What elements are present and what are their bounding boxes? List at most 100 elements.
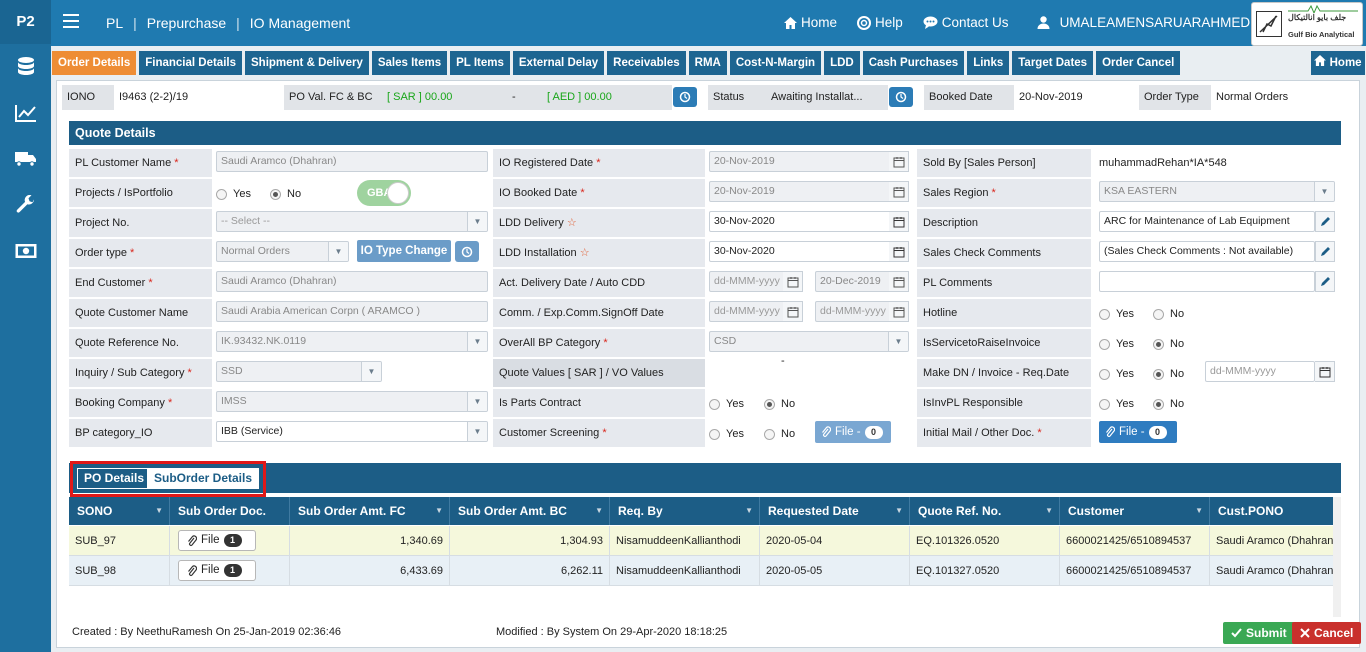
isinvpl-no-radio[interactable]: No [1153, 397, 1184, 411]
grid-scrollbar[interactable] [1333, 497, 1341, 617]
col-cust-pono[interactable]: Cust.PONO [1210, 497, 1333, 525]
screening-no-radio[interactable]: No [764, 427, 795, 441]
breadcrumb-item[interactable]: PL [106, 15, 123, 31]
pencil-icon[interactable] [1315, 241, 1335, 262]
col-amt-bc[interactable]: Sub Order Amt. BC ▼ [450, 497, 610, 525]
tab-cash-purchases[interactable]: Cash Purchases [862, 51, 965, 75]
auto-cdd-input[interactable]: 20-Dec-2019 [815, 271, 891, 292]
pencil-icon[interactable] [1315, 211, 1335, 232]
hotline-no-radio[interactable]: No [1153, 307, 1184, 321]
status-history-button[interactable] [889, 87, 913, 107]
initial-mail-file-button[interactable]: File -0 [1099, 421, 1177, 443]
nav-home[interactable]: Home [784, 15, 837, 30]
table-row[interactable]: SUB_98 File 1 6,433.69 6,262.11 Nisamudde… [69, 556, 1333, 586]
col-suborder-doc[interactable]: Sub Order Doc. [170, 497, 290, 525]
pencil-icon[interactable] [1315, 271, 1335, 292]
col-customer[interactable]: Customer ▼ [1060, 497, 1210, 525]
breadcrumb-item[interactable]: Prepurchase [147, 15, 226, 31]
act-delivery-input[interactable]: dd-MMM-yyyy [709, 271, 785, 292]
quote-ref-select[interactable]: IK.93432.NK.0119 ▼ [216, 331, 488, 352]
table-row[interactable]: SUB_97 File 1 1,340.69 1,304.93 Nisamudde… [69, 526, 1333, 556]
tab-external-delay[interactable]: External Delay [512, 51, 605, 75]
tab-cost-n-margin[interactable]: Cost-N-Margin [729, 51, 822, 75]
tab-order-details[interactable]: Order Details [52, 51, 137, 75]
tab-pl-items[interactable]: PL Items [450, 51, 510, 75]
projects-yes-radio[interactable]: Yes [216, 187, 251, 201]
make-dn-no-radio[interactable]: No [1153, 367, 1184, 381]
io-type-history-button[interactable] [455, 241, 479, 262]
order-type-select[interactable]: Normal Orders ▼ [216, 241, 349, 262]
submit-button[interactable]: Submit [1223, 622, 1295, 644]
tab-sales-items[interactable]: Sales Items [371, 51, 448, 75]
projects-no-radio[interactable]: No [270, 187, 301, 201]
menu-icon[interactable] [63, 14, 79, 32]
refresh-po-button[interactable] [673, 87, 697, 107]
pl-comments-input[interactable] [1099, 271, 1315, 292]
money-icon[interactable] [0, 228, 51, 274]
description-input[interactable]: ARC for Maintenance of Lab Equipment [1099, 211, 1315, 232]
calendar-icon[interactable] [889, 151, 909, 172]
database-icon[interactable] [0, 44, 51, 90]
sales-region-select[interactable]: KSA EASTERN ▼ [1099, 181, 1335, 202]
col-quote-ref[interactable]: Quote Ref. No. ▼ [910, 497, 1060, 525]
isservice-no-radio[interactable]: No [1153, 337, 1184, 351]
calendar-icon[interactable] [1315, 361, 1335, 382]
col-req-by[interactable]: Req. By ▼ [610, 497, 760, 525]
booking-company-select[interactable]: IMSS ▼ [216, 391, 488, 412]
col-requested-date[interactable]: Requested Date ▼ [760, 497, 910, 525]
ldd-installation-input[interactable]: 30-Nov-2020 [709, 241, 893, 262]
make-dn-date-input[interactable]: dd-MMM-yyyy [1205, 361, 1315, 382]
tab-shipment-delivery[interactable]: Shipment & Delivery [245, 51, 369, 75]
suborder-file-button[interactable]: File 1 [178, 560, 256, 581]
col-amt-fc[interactable]: Sub Order Amt. FC ▼ [290, 497, 450, 525]
isservice-yes-radio[interactable]: Yes [1099, 337, 1134, 351]
suborder-file-button[interactable]: File 1 [178, 530, 256, 551]
calendar-icon[interactable] [783, 271, 803, 292]
nav-contact[interactable]: Contact Us [923, 15, 1009, 30]
io-type-change-button[interactable]: IO Type Change [357, 240, 451, 262]
screening-yes-radio[interactable]: Yes [709, 427, 744, 441]
app-brand[interactable]: P2 [0, 0, 51, 44]
screening-file-button[interactable]: File -0 [815, 421, 891, 443]
gba-toggle[interactable]: GBA [357, 180, 411, 206]
end-customer-input[interactable]: Saudi Aramco (Dhahran) [216, 271, 488, 292]
col-sono[interactable]: SONO ▼ [69, 497, 170, 525]
tab-order-cancel[interactable]: Order Cancel [1096, 51, 1181, 75]
comm-date-input[interactable]: dd-MMM-yyyy [709, 301, 785, 322]
quote-customer-input[interactable]: Saudi Arabia American Corpn ( ARAMCO ) [216, 301, 488, 322]
tab-receivables[interactable]: Receivables [607, 51, 686, 75]
wrench-icon[interactable] [0, 182, 51, 228]
ldd-delivery-input[interactable]: 30-Nov-2020 [709, 211, 893, 232]
breadcrumb-item[interactable]: IO Management [250, 15, 350, 31]
cancel-button[interactable]: Cancel [1292, 622, 1362, 644]
tab-ldd[interactable]: LDD [824, 51, 860, 75]
calendar-icon[interactable] [889, 211, 909, 232]
tab-links[interactable]: Links [967, 51, 1010, 75]
home-button[interactable]: Home [1311, 51, 1365, 75]
hotline-yes-radio[interactable]: Yes [1099, 307, 1134, 321]
io-booked-input[interactable]: 20-Nov-2019 [709, 181, 893, 202]
overall-bp-select[interactable]: CSD ▼ [709, 331, 909, 352]
chart-line-icon[interactable] [0, 90, 51, 136]
calendar-icon[interactable] [783, 301, 803, 322]
nav-help[interactable]: Help [857, 15, 903, 30]
truck-icon[interactable] [0, 136, 51, 182]
make-dn-yes-radio[interactable]: Yes [1099, 367, 1134, 381]
tab-financial-details[interactable]: Financial Details [139, 51, 242, 75]
calendar-icon[interactable] [889, 241, 909, 262]
inquiry-select[interactable]: SSD ▼ [216, 361, 382, 382]
calendar-icon[interactable] [889, 181, 909, 202]
bp-category-select[interactable]: IBB (Service) ▼ [216, 421, 488, 442]
parts-contract-yes-radio[interactable]: Yes [709, 397, 744, 411]
calendar-icon[interactable] [889, 301, 909, 322]
pl-customer-input[interactable]: Saudi Aramco (Dhahran) [216, 151, 488, 172]
tab-target-dates[interactable]: Target Dates [1012, 51, 1094, 75]
isinvpl-yes-radio[interactable]: Yes [1099, 397, 1134, 411]
calendar-icon[interactable] [889, 271, 909, 292]
sales-check-input[interactable]: (Sales Check Comments : Not available) [1099, 241, 1315, 262]
project-no-select[interactable]: -- Select -- ▼ [216, 211, 488, 232]
exp-comm-signoff-input[interactable]: dd-MMM-yyyy [815, 301, 891, 322]
tab-rma[interactable]: RMA [688, 51, 727, 75]
io-registered-input[interactable]: 20-Nov-2019 [709, 151, 893, 172]
parts-contract-no-radio[interactable]: No [764, 397, 795, 411]
